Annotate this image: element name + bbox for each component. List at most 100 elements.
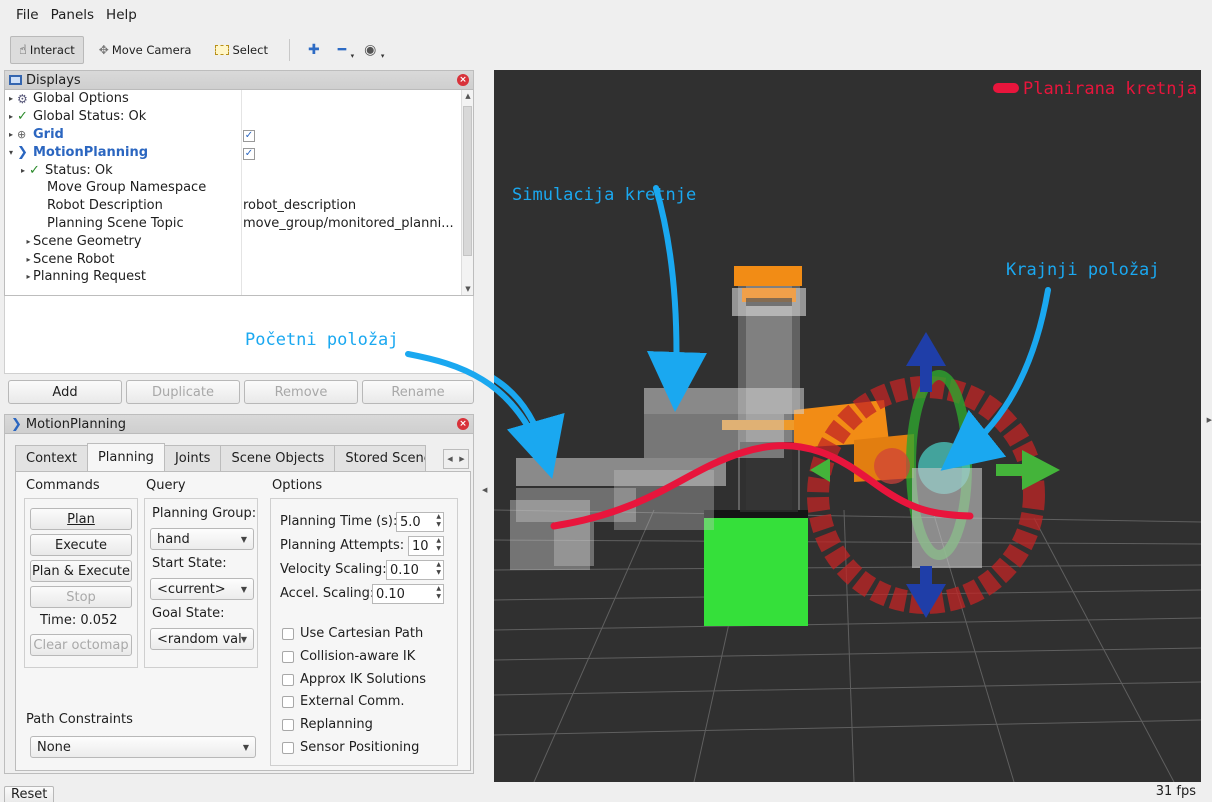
expand-arrow-icon[interactable]: ▸ bbox=[5, 255, 33, 264]
scroll-up-icon[interactable]: ▲ bbox=[462, 92, 474, 100]
path-constraints-label: Path Constraints bbox=[26, 712, 133, 727]
spin-arrows-icon[interactable]: ▲ ▼ bbox=[436, 537, 441, 553]
motionplanning-enable-checkbox[interactable]: ✓ bbox=[243, 147, 255, 160]
checkbox-label: Replanning bbox=[300, 717, 373, 732]
tab-planning[interactable]: Planning bbox=[86, 443, 165, 471]
tree-row-planning-request[interactable]: ▸ Planning Request bbox=[5, 268, 473, 286]
add-button[interactable]: Add bbox=[8, 380, 122, 404]
planning-time-spinbox[interactable]: 5.0 ▲ ▼ bbox=[396, 512, 444, 532]
checkbox-box[interactable] bbox=[282, 695, 294, 708]
expand-arrow-icon[interactable]: ▸ bbox=[5, 272, 33, 281]
eye-icon[interactable]: ◉ ▾ bbox=[358, 42, 384, 60]
check-icon: ✓ bbox=[17, 109, 28, 125]
tree-row-motionplanning[interactable]: ▾ ❯ MotionPlanning ✓ bbox=[5, 143, 473, 161]
close-icon[interactable]: × bbox=[457, 74, 469, 86]
plan-and-execute-button[interactable]: Plan & Execute bbox=[30, 560, 132, 582]
clear-octomap-button[interactable]: Clear octomap bbox=[30, 634, 132, 656]
menu-help[interactable]: Help bbox=[106, 7, 137, 23]
reset-button[interactable]: Reset bbox=[4, 786, 55, 802]
accel-scaling-spinbox[interactable]: 0.10 ▲ ▼ bbox=[372, 584, 444, 604]
interact-button[interactable]: ☝ Interact bbox=[10, 36, 84, 64]
start-state-select[interactable]: <current> ▼ bbox=[150, 578, 254, 600]
tree-row-scene-robot[interactable]: ▸ Scene Robot bbox=[5, 250, 473, 268]
tree-label: Scene Robot bbox=[33, 251, 115, 267]
expand-arrow-icon[interactable]: ▸ bbox=[5, 237, 33, 246]
menu-file[interactable]: File bbox=[16, 7, 39, 23]
expand-arrow-icon[interactable]: ▸ bbox=[17, 166, 29, 175]
remove-button[interactable]: Remove bbox=[244, 380, 358, 404]
checkbox-box[interactable] bbox=[282, 741, 294, 754]
checkbox-box[interactable] bbox=[282, 673, 294, 686]
checkbox-label: External Comm. bbox=[300, 694, 405, 709]
velocity-scaling-value: 0.10 bbox=[390, 562, 419, 578]
scene-svg[interactable]: Planirana kretnja Simulacija kretnje Kra… bbox=[494, 70, 1201, 782]
tab-context[interactable]: Context bbox=[15, 445, 88, 471]
tab-scene-objects[interactable]: Scene Objects bbox=[220, 445, 336, 471]
toolbar: ☝ Interact ✥ Move Camera Select ✚ ━ ▾ ◉ ▾ bbox=[0, 34, 1212, 66]
checkbox-box[interactable] bbox=[282, 718, 294, 731]
spin-arrows-icon[interactable]: ▲ ▼ bbox=[436, 561, 441, 577]
simulation-annotation: Simulacija kretnje bbox=[512, 185, 696, 205]
expand-arrow-icon[interactable]: ▸ bbox=[5, 94, 17, 103]
planning-group-select[interactable]: hand ▼ bbox=[150, 528, 254, 550]
planning-attempts-value: 10 bbox=[412, 538, 429, 554]
remove-tool-icon[interactable]: ━ ▾ bbox=[332, 42, 354, 60]
tree-row-global-status[interactable]: ▸ ✓ Global Status: Ok bbox=[5, 108, 473, 126]
interact-label: Interact bbox=[29, 43, 75, 57]
planning-tab-content: Commands Plan Execute Plan & Execute Sto… bbox=[15, 471, 471, 771]
use-cartesian-path-checkbox[interactable]: Use Cartesian Path bbox=[282, 626, 423, 641]
collapse-right-icon[interactable]: ▶ bbox=[1207, 416, 1212, 424]
menu-panels[interactable]: Panels bbox=[51, 7, 94, 23]
spin-arrows-icon[interactable]: ▲ ▼ bbox=[436, 585, 441, 601]
tree-row-robot-description[interactable]: Robot Description robot_description bbox=[5, 197, 473, 215]
scroll-down-icon[interactable]: ▼ bbox=[462, 285, 474, 293]
tree-label: Grid bbox=[33, 126, 64, 142]
tree-value[interactable]: move_group/monitored_planni... bbox=[241, 216, 473, 231]
tree-row-move-group-namespace[interactable]: Move Group Namespace bbox=[5, 179, 473, 197]
external-comm-checkbox[interactable]: External Comm. bbox=[282, 694, 405, 709]
checkbox-label: Sensor Positioning bbox=[300, 740, 420, 755]
collapse-arrow-icon[interactable]: ▾ bbox=[5, 148, 17, 157]
planning-group-label: Planning Group: bbox=[152, 506, 257, 521]
tree-value[interactable]: robot_description bbox=[241, 198, 473, 213]
approx-ik-solutions-checkbox[interactable]: Approx IK Solutions bbox=[282, 672, 426, 687]
displays-scrollbar[interactable]: ▲ ▼ bbox=[461, 90, 473, 295]
green-box[interactable] bbox=[704, 516, 808, 626]
move-camera-button[interactable]: ✥ Move Camera bbox=[90, 36, 201, 64]
expand-arrow-icon[interactable]: ▸ bbox=[5, 130, 17, 139]
goal-state-select[interactable]: <random val ▼ bbox=[150, 628, 254, 650]
tree-row-planning-scene-topic[interactable]: Planning Scene Topic move_group/monitore… bbox=[5, 215, 473, 233]
sim-annotation-arrow bbox=[646, 185, 707, 412]
collision-aware-ik-checkbox[interactable]: Collision-aware IK bbox=[282, 649, 415, 664]
checkbox-box[interactable] bbox=[282, 627, 294, 640]
planning-group-value: hand bbox=[157, 531, 190, 547]
planning-attempts-spinbox[interactable]: 10 ▲ ▼ bbox=[408, 536, 444, 556]
path-constraints-select[interactable]: None ▼ bbox=[30, 736, 256, 758]
tree-row-scene-geometry[interactable]: ▸ Scene Geometry bbox=[5, 232, 473, 250]
goal-state-value: <random val bbox=[157, 631, 242, 647]
menu-bar: File Panels Help bbox=[0, 0, 1212, 30]
execute-button[interactable]: Execute bbox=[30, 534, 132, 556]
tab-joints[interactable]: Joints bbox=[163, 445, 222, 471]
tree-row-global-options[interactable]: ▸ ⚙ Global Options bbox=[5, 90, 473, 108]
spin-arrows-icon[interactable]: ▲ ▼ bbox=[436, 513, 441, 529]
replanning-checkbox[interactable]: Replanning bbox=[282, 717, 373, 732]
checkbox-label: Collision-aware IK bbox=[300, 649, 416, 664]
plan-time-label: Time: 0.052 bbox=[40, 613, 118, 628]
3d-viewport[interactable]: Planirana kretnja Simulacija kretnje Kra… bbox=[494, 70, 1201, 782]
plan-button[interactable]: Plan bbox=[30, 508, 132, 530]
add-tool-icon[interactable]: ✚ bbox=[302, 42, 326, 58]
grid-enable-checkbox[interactable]: ✓ bbox=[243, 129, 255, 142]
scrollbar-thumb[interactable] bbox=[463, 106, 472, 256]
velocity-scaling-spinbox[interactable]: 0.10 ▲ ▼ bbox=[386, 560, 444, 580]
select-button[interactable]: Select bbox=[206, 36, 276, 64]
sensor-positioning-checkbox[interactable]: Sensor Positioning bbox=[282, 740, 419, 755]
plan-execute-label: Plan & Execute bbox=[31, 563, 131, 579]
expand-arrow-icon[interactable]: ▸ bbox=[5, 112, 17, 121]
checkbox-box[interactable] bbox=[282, 650, 294, 663]
tree-row-grid[interactable]: ▸ ⊕ Grid ✓ bbox=[5, 126, 473, 144]
collapse-left-icon[interactable]: ◀ bbox=[482, 486, 487, 494]
duplicate-button[interactable]: Duplicate bbox=[126, 380, 240, 404]
tree-row-status-ok[interactable]: ▸ ✓ Status: Ok bbox=[5, 161, 473, 179]
stop-button[interactable]: Stop bbox=[30, 586, 132, 608]
